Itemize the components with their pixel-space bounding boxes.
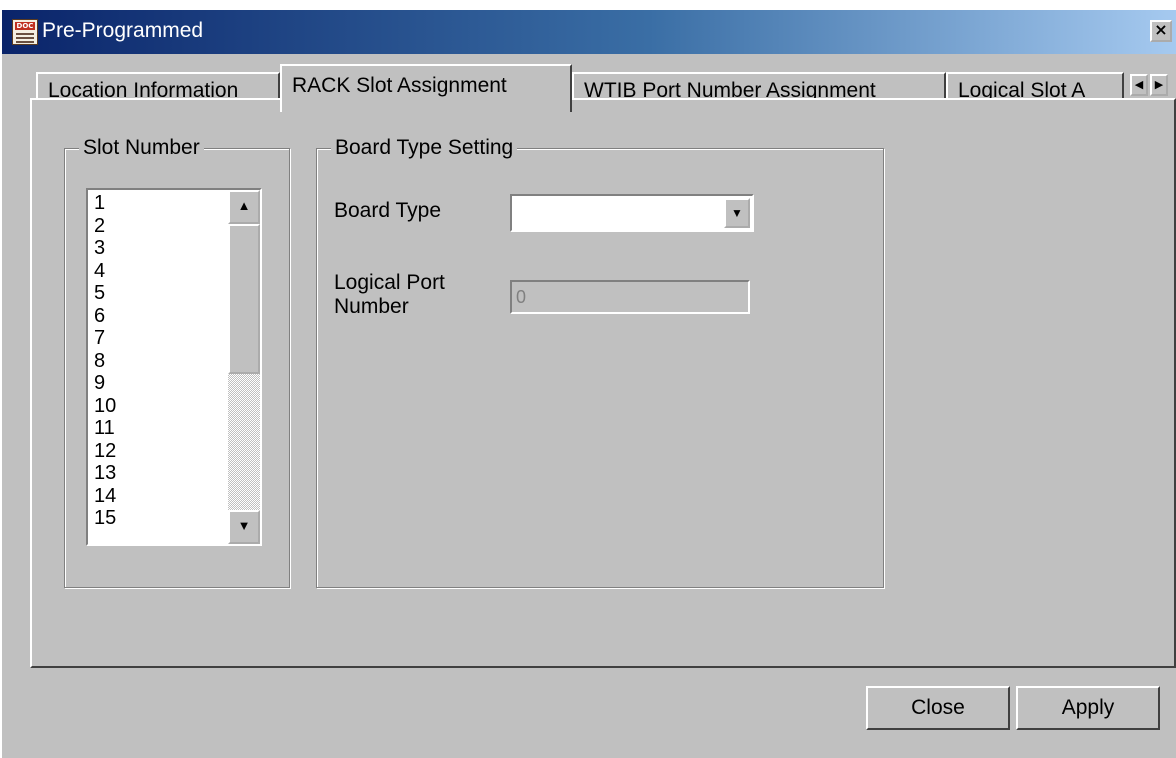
title-bar[interactable]: DOC Pre-Programmed × — [2, 10, 1176, 54]
tab-label: RACK Slot Assignment — [292, 74, 507, 97]
list-item[interactable]: 5 — [94, 282, 116, 305]
logical-port-label-line2: Number — [334, 295, 409, 318]
list-item[interactable]: 11 — [94, 417, 116, 440]
list-item[interactable]: 2 — [94, 215, 116, 238]
apply-button[interactable]: Apply — [1016, 686, 1160, 730]
doc-app-icon: DOC — [12, 19, 38, 45]
slot-number-list[interactable]: 1 2 3 4 5 6 7 8 9 10 11 12 13 14 15 ▲ ▼ — [86, 188, 262, 546]
slot-list-items: 1 2 3 4 5 6 7 8 9 10 11 12 13 14 15 — [94, 192, 116, 530]
scroll-down-icon[interactable]: ▼ — [228, 510, 260, 544]
scroll-up-icon[interactable]: ▲ — [228, 190, 260, 224]
board-type-label: Board Type — [334, 199, 442, 222]
list-item[interactable]: 14 — [94, 485, 116, 508]
slot-number-group-label: Slot Number — [79, 135, 204, 161]
list-item[interactable]: 8 — [94, 350, 116, 373]
tab-scroll-right-icon[interactable]: ▶ — [1150, 74, 1168, 96]
list-item[interactable]: 15 — [94, 507, 116, 530]
board-type-select[interactable]: ▼ — [510, 194, 754, 232]
list-item[interactable]: 6 — [94, 305, 116, 328]
list-item[interactable]: 3 — [94, 237, 116, 260]
list-item[interactable]: 9 — [94, 372, 116, 395]
list-item[interactable]: 1 — [94, 192, 116, 215]
list-item[interactable]: 7 — [94, 327, 116, 350]
slot-list-scrollbar[interactable]: ▲ ▼ — [228, 190, 260, 544]
window-title: Pre-Programmed — [42, 19, 204, 42]
board-type-setting-label: Board Type Setting — [331, 135, 518, 161]
tab-scroll-left-icon[interactable]: ◀ — [1130, 74, 1148, 96]
close-icon[interactable]: × — [1150, 20, 1172, 42]
tab-rack-slot-assignment[interactable]: RACK Slot Assignment — [280, 64, 572, 112]
close-button[interactable]: Close — [866, 686, 1010, 730]
logical-port-label-line1: Logical Port — [334, 271, 445, 294]
list-item[interactable]: 10 — [94, 395, 116, 418]
chevron-down-icon[interactable]: ▼ — [724, 198, 750, 228]
list-item[interactable]: 12 — [94, 440, 116, 463]
list-item[interactable]: 4 — [94, 260, 116, 283]
list-item[interactable]: 13 — [94, 462, 116, 485]
logical-port-number-field: 0 — [510, 280, 750, 314]
scroll-thumb[interactable] — [228, 224, 260, 374]
